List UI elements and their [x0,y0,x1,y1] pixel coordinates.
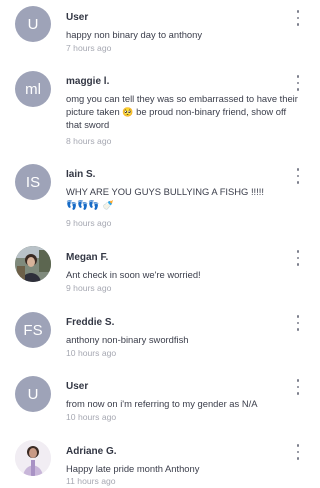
comment-timestamp: 8 hours ago [66,136,112,146]
comment-text: anthony non-binary swordfish [66,334,189,345]
avatar[interactable]: U [15,6,51,42]
comment-timestamp: 7 hours ago [66,43,112,53]
comment-username[interactable]: Iain S. [66,169,95,180]
avatar-initials: ml [25,80,41,98]
avatar-initials: FS [23,321,43,339]
footprints-emoji-icon: 👣👣👣 🍼 [66,201,114,211]
comment-text: WHY ARE YOU GUYS BULLYING A FISHG !!!!! … [66,185,302,211]
avatar[interactable]: FS [15,312,51,348]
avatar[interactable]: ml [15,71,51,107]
profile-photo-icon [15,246,51,282]
comment-timestamp: 10 hours ago [66,412,117,422]
comment-text: Happy late pride month Anthony [66,463,200,474]
avatar[interactable] [15,440,51,476]
more-options-icon[interactable] [294,10,302,26]
comment-timestamp: 9 hours ago [66,283,112,293]
avatar-initials: U [27,15,39,33]
avatar[interactable]: U [15,376,51,412]
more-options-icon[interactable] [294,250,302,266]
avatar[interactable] [15,246,51,282]
comment-text: happy non binary day to anthony [66,29,203,40]
more-options-icon[interactable] [294,75,302,91]
comment-timestamp: 9 hours ago [66,218,112,228]
comment-username[interactable]: User [66,381,88,392]
avatar-initials: U [27,385,39,403]
comment-username[interactable]: maggie l. [66,76,109,87]
more-options-icon[interactable] [294,379,302,395]
avatar[interactable]: IS [15,164,51,200]
comment-text: from now on i'm referring to my gender a… [66,398,258,409]
comment-timestamp: 11 hours ago [66,476,116,486]
profile-photo-icon [15,440,51,476]
comment-text-part: WHY ARE YOU GUYS BULLYING A FISHG !!!!! [66,186,264,197]
more-options-icon[interactable] [294,168,302,184]
more-options-icon[interactable] [294,315,302,331]
comment-text: Ant check in soon we're worried! [66,269,201,280]
more-options-icon[interactable] [294,444,302,460]
comment-timestamp: 10 hours ago [66,348,117,358]
comment-username[interactable]: Freddie S. [66,317,114,328]
comment-username[interactable]: Megan F. [66,252,108,263]
pleading-face-emoji-icon: 🥺 [122,108,134,118]
comment-text: omg you can tell they was so embarrassed… [66,92,304,131]
avatar-initials: IS [25,173,41,191]
comment-username[interactable]: Adriane G. [66,446,117,457]
comment-username[interactable]: User [66,12,88,23]
